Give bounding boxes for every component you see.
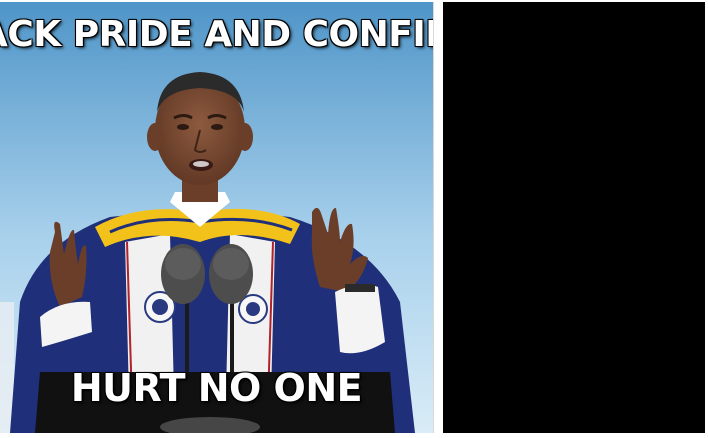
meme-top-caption: ACK PRIDE AND CONFIDEN [0, 14, 433, 55]
image-collage: ACK PRIDE AND CONFIDEN HURT NO ONE [0, 0, 708, 438]
meme-bottom-caption: HURT NO ONE [70, 366, 363, 410]
meme-image-panel: ACK PRIDE AND CONFIDEN HURT NO ONE [0, 2, 434, 433]
black-image-panel [443, 2, 705, 433]
panel-divider [434, 0, 443, 438]
wrist-watch [345, 284, 375, 292]
